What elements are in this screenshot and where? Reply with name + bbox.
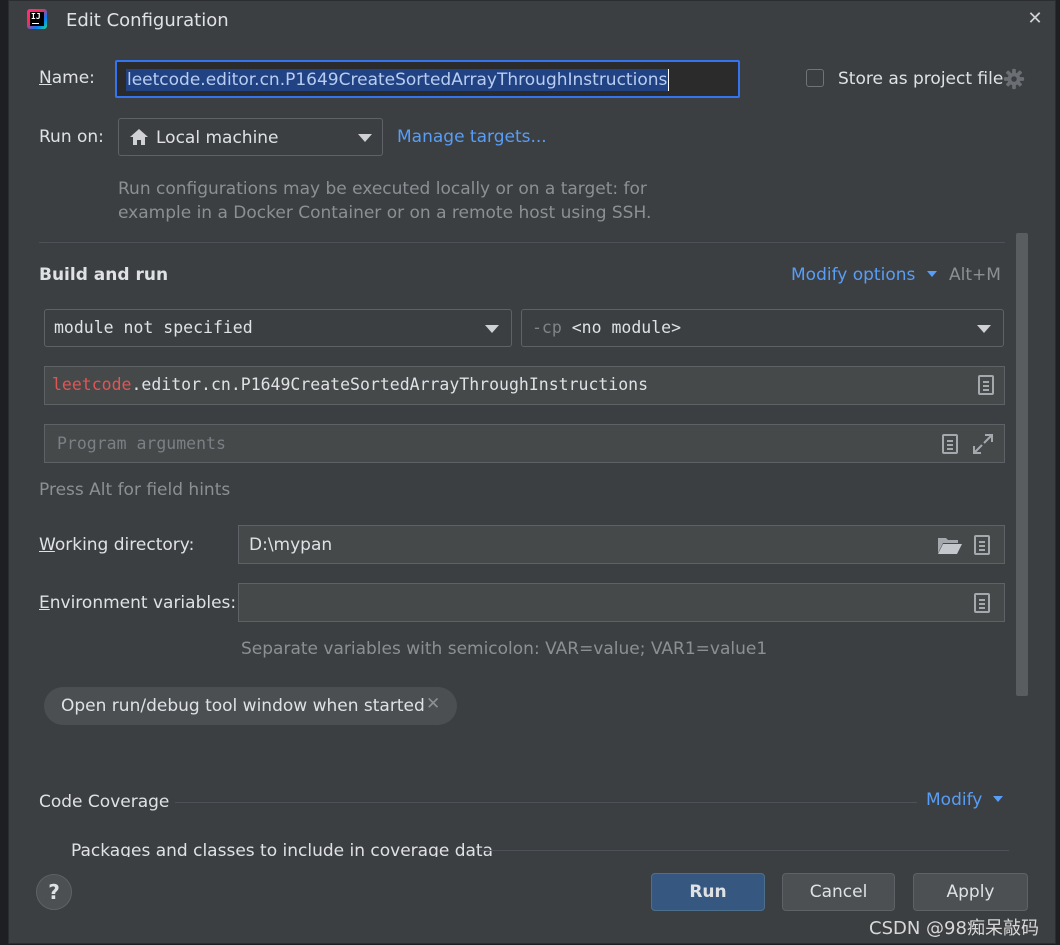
run-on-hint-line-1: Run configurations may be executed local…: [118, 179, 647, 199]
name-label: Name:: [39, 68, 95, 88]
field-hints-text: Press Alt for field hints: [39, 480, 231, 500]
apply-button[interactable]: Apply: [913, 873, 1028, 911]
classpath-value: -cp <no module>: [532, 318, 682, 337]
dialog-title: Edit Configuration: [66, 10, 229, 31]
name-input[interactable]: leetcode.editor.cn.P1649CreateSortedArra…: [115, 60, 740, 98]
working-directory-label: Working directory:: [39, 535, 195, 555]
folder-icon[interactable]: [937, 535, 963, 555]
coverage-packages-text: Packages and classes to include in cover…: [71, 841, 494, 857]
modify-options-shortcut: Alt+M: [949, 265, 1001, 285]
build-and-run-heading: Build and run: [39, 265, 169, 285]
expand-icon[interactable]: [972, 433, 994, 455]
modify-options-link[interactable]: Modify options: [791, 265, 937, 285]
chevron-down-icon: [992, 796, 1003, 802]
chip-label: Open run/debug tool window when started: [61, 696, 425, 716]
open-tool-window-option-chip[interactable]: Open run/debug tool window when started …: [44, 687, 457, 725]
edit-configuration-dialog: IJ Edit Configuration ✕ Name: leetcode.e…: [8, 0, 1056, 944]
environment-variables-label: Environment variables:: [39, 593, 237, 613]
program-arguments-placeholder: Program arguments: [57, 434, 226, 453]
store-as-project-file-checkbox[interactable]: [806, 69, 824, 87]
module-dropdown-value: module not specified: [54, 318, 253, 337]
environment-variables-hint: Separate variables with semicolon: VAR=v…: [241, 639, 768, 659]
run-on-dropdown[interactable]: Local machine: [118, 118, 383, 156]
modify-options-label: Modify options: [791, 265, 916, 285]
chevron-down-icon: [358, 134, 372, 142]
title-bar: IJ Edit Configuration ✕: [9, 1, 1055, 41]
working-directory-field[interactable]: D:\mypan: [238, 525, 1005, 564]
run-on-label: Run on:: [39, 127, 104, 147]
run-on-hint-line-2: example in a Docker Container or on a re…: [118, 203, 652, 223]
program-arguments-field[interactable]: Program arguments: [44, 424, 1005, 463]
modify-label: Modify: [926, 790, 983, 810]
coverage-packages-row: Packages and classes to include in cover…: [9, 833, 1055, 857]
environment-variables-field[interactable]: [238, 583, 1005, 622]
separator: [175, 802, 917, 803]
scrollbar-thumb[interactable]: [1016, 233, 1028, 696]
document-icon[interactable]: [942, 434, 958, 454]
working-directory-value: D:\mypan: [249, 535, 333, 555]
main-class-field[interactable]: leetcode.editor.cn.P1649CreateSortedArra…: [44, 366, 1005, 405]
gear-icon[interactable]: [1003, 68, 1025, 90]
watermark: CSDN @98痴呆敲码: [869, 918, 1039, 939]
classpath-dropdown[interactable]: -cp <no module>: [521, 309, 1004, 347]
separator: [39, 242, 1005, 243]
document-icon[interactable]: [974, 535, 990, 555]
run-on-hint: Run configurations may be executed local…: [118, 177, 678, 225]
code-coverage-modify-link[interactable]: Modify: [926, 790, 1003, 810]
cancel-button[interactable]: Cancel: [782, 873, 895, 911]
help-button[interactable]: ?: [36, 874, 72, 910]
remove-option-icon[interactable]: ✕: [426, 694, 440, 714]
name-input-value[interactable]: leetcode.editor.cn.P1649CreateSortedArra…: [126, 69, 669, 91]
close-icon[interactable]: ✕: [1024, 7, 1046, 31]
chevron-down-icon: [977, 325, 991, 333]
code-coverage-heading: Code Coverage: [39, 792, 170, 812]
run-on-selected: Local machine: [156, 128, 279, 148]
document-icon[interactable]: [974, 593, 990, 613]
separator: [479, 850, 1009, 851]
intellij-app-icon: IJ: [27, 9, 47, 29]
home-icon: [130, 129, 148, 145]
module-dropdown[interactable]: module not specified: [44, 309, 512, 347]
main-class-value: leetcode.editor.cn.P1649CreateSortedArra…: [52, 375, 649, 394]
text-caret: [668, 69, 669, 91]
store-as-project-file-label[interactable]: Store as project file: [838, 69, 1003, 89]
run-button[interactable]: Run: [651, 873, 765, 911]
manage-targets-link[interactable]: Manage targets...: [397, 127, 547, 147]
browse-document-icon[interactable]: [978, 375, 994, 395]
chevron-down-icon: [926, 271, 937, 277]
chevron-down-icon: [485, 325, 499, 333]
